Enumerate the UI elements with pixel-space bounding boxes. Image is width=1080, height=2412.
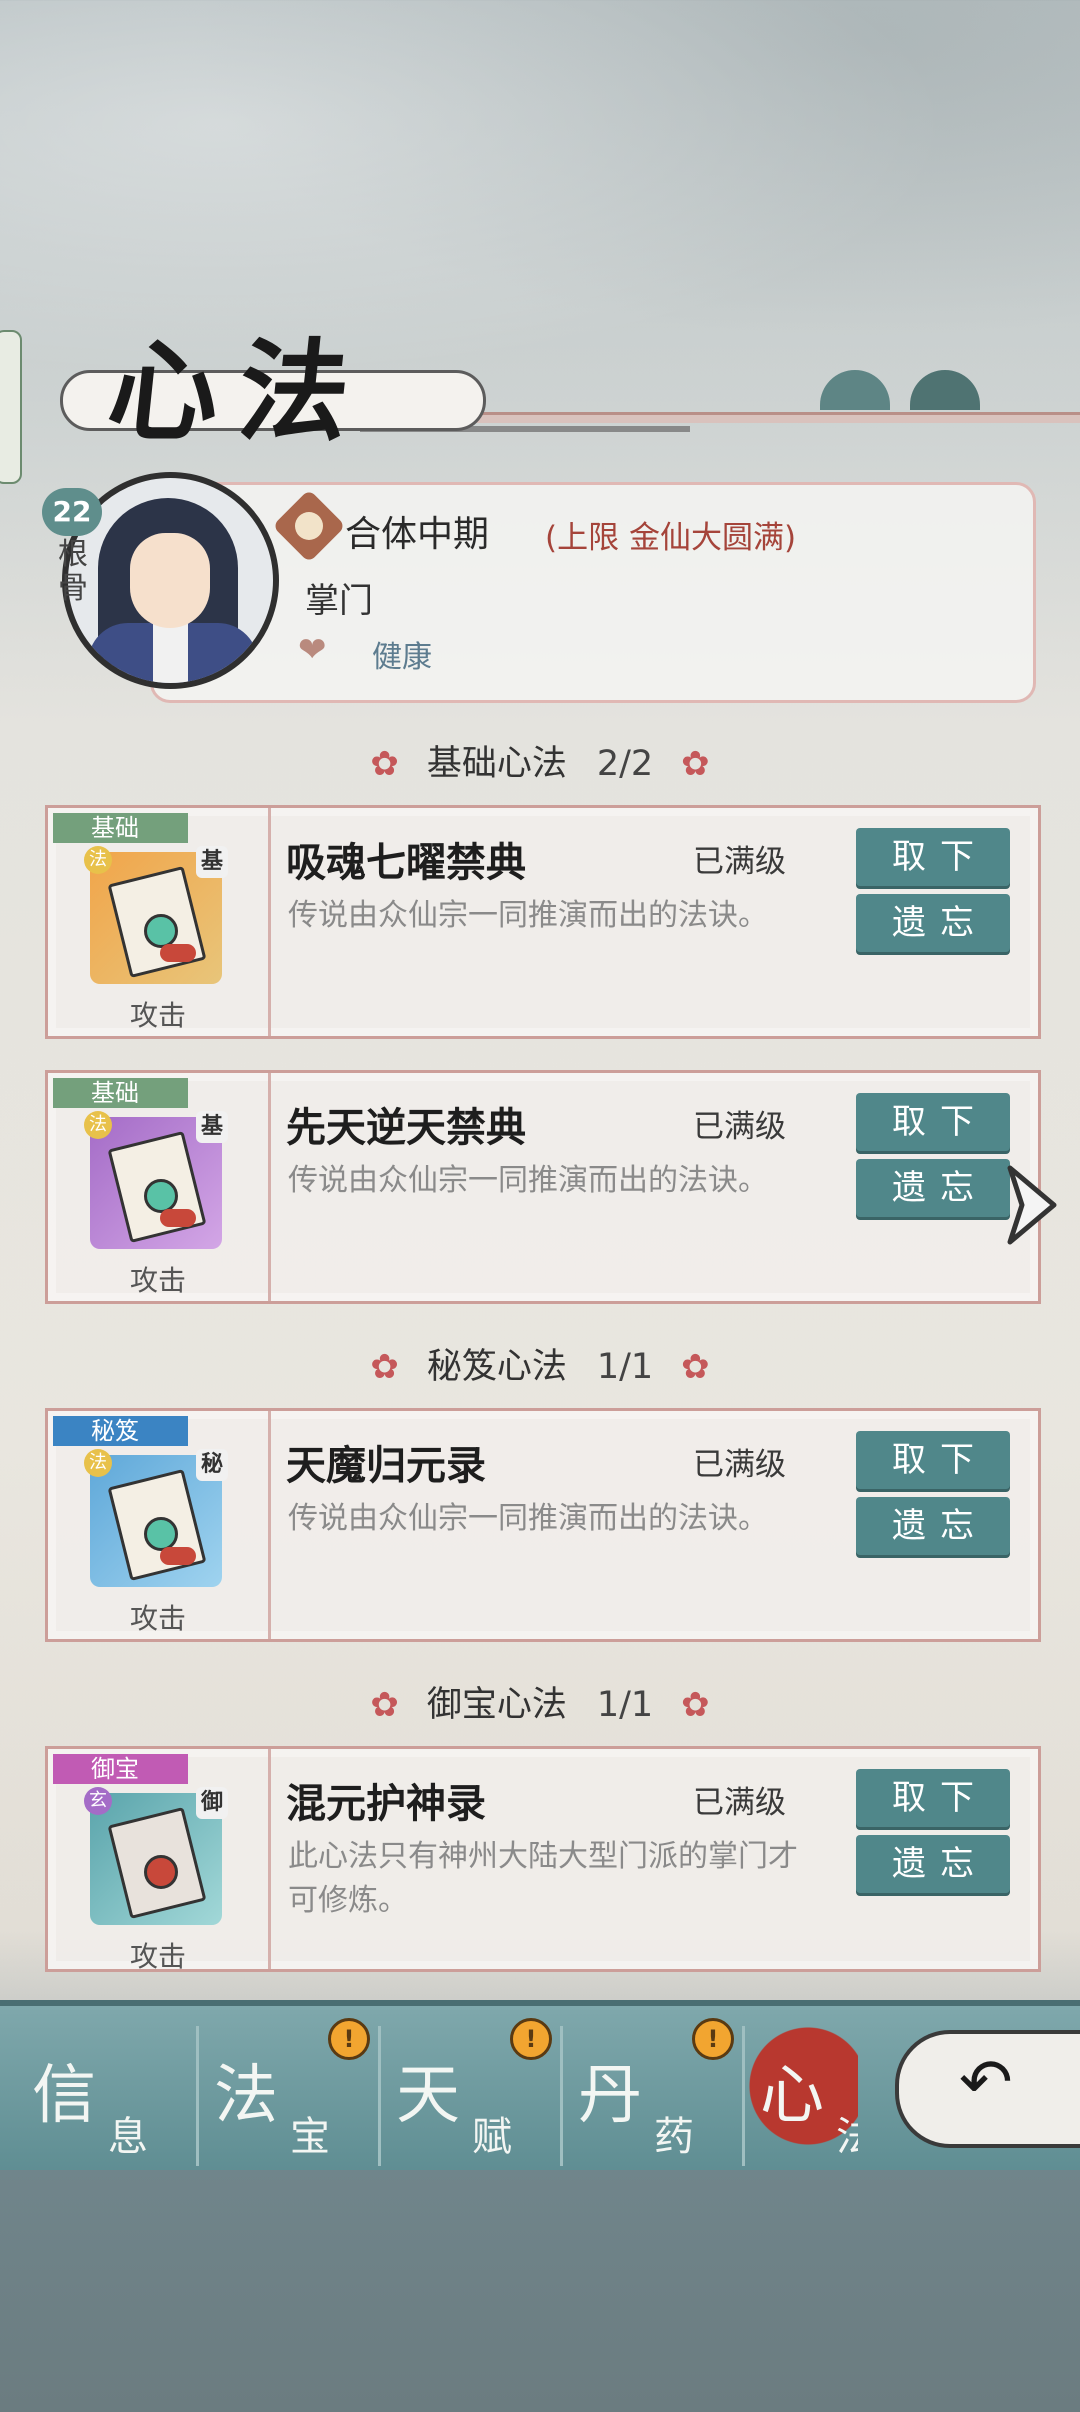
forget-button[interactable]: 遗忘: [856, 1159, 1010, 1217]
take-off-button[interactable]: 取下: [856, 1093, 1010, 1151]
heart-icon: ❤: [298, 630, 327, 670]
nav-tab-mindmethod[interactable]: 心 法: [748, 2026, 858, 2166]
root-bone-label: 根骨: [58, 537, 88, 606]
section-label: 御宝心法: [426, 1685, 567, 1725]
section-count: 2/2: [596, 744, 654, 784]
skill-name: 天魔归元录: [286, 1443, 486, 1489]
flower-icon: ✿: [370, 1685, 399, 1725]
skill-tag: 基础: [53, 813, 188, 843]
skill-card: 御宝 玄 御 攻击 混元护神录 已满级 此心法只有神州大陆大型门派的掌门才可修炼…: [45, 1746, 1041, 1973]
skill-icon-panel: 基础 法 基 攻击: [48, 808, 271, 1036]
flower-icon: ✿: [681, 1347, 710, 1387]
section-label: 秘笈心法: [426, 1347, 567, 1387]
nav-tab-info[interactable]: 信 息: [20, 2026, 199, 2166]
skill-book-icon[interactable]: 法 基: [84, 846, 228, 984]
forget-button[interactable]: 遗忘: [856, 1497, 1010, 1555]
take-off-button[interactable]: 取下: [856, 1769, 1010, 1827]
skill-tag: 御宝: [53, 1754, 188, 1784]
section-header-basic: ✿ 基础心法 2/2 ✿: [0, 735, 1080, 786]
forget-button[interactable]: 遗忘: [856, 1835, 1010, 1893]
page-title: 心法: [102, 327, 376, 456]
skill-card: 基础 法 基 攻击 吸魂七曜禁典 已满级 传说由众仙宗一同推演而出的法诀。 取下…: [45, 805, 1041, 1039]
skill-type: 攻击: [129, 1940, 186, 1973]
skill-card: 秘笈 法 秘 攻击 天魔归元录 已满级 传说由众仙宗一同推演而出的法诀。 取下 …: [45, 1408, 1041, 1642]
skill-status: 已满级: [693, 1785, 786, 1821]
left-edge-tab[interactable]: [0, 330, 22, 484]
skill-corner-badge: 秘: [196, 1449, 228, 1481]
skill-book-icon[interactable]: 玄 御: [84, 1787, 228, 1925]
skill-description: 传说由众仙宗一同推演而出的法诀。: [288, 1501, 768, 1536]
realm-limit-text: (上限 金仙大圆满): [545, 520, 797, 556]
section-count: 1/1: [596, 1347, 654, 1387]
nav-tab-talent[interactable]: 天 赋 !: [384, 2018, 563, 2166]
health-status: 健康: [372, 640, 432, 675]
nav-tab-treasure[interactable]: 法 宝 !: [202, 2018, 381, 2166]
skill-description: 传说由众仙宗一同推演而出的法诀。: [288, 1163, 768, 1198]
take-off-button[interactable]: 取下: [856, 828, 1010, 886]
bottom-scenery: [0, 2170, 1080, 2412]
page-title-banner: 心法: [60, 300, 1080, 456]
skill-type: 攻击: [129, 999, 186, 1032]
skill-type: 攻击: [129, 1264, 186, 1297]
element-icon: 法: [84, 846, 112, 874]
skill-card: 基础 法 基 攻击 先天逆天禁典 已满级 传说由众仙宗一同推演而出的法诀。 取下…: [45, 1070, 1041, 1304]
skill-tag: 基础: [53, 1078, 188, 1108]
element-icon: 玄: [84, 1787, 112, 1815]
skill-status: 已满级: [693, 1447, 786, 1483]
fan-ornament-icon: [910, 370, 980, 410]
skill-icon-panel: 秘笈 法 秘 攻击: [48, 1411, 271, 1639]
flower-icon: ✿: [681, 1685, 710, 1725]
back-button[interactable]: ↶: [895, 2030, 1080, 2148]
alert-icon: !: [328, 2018, 370, 2060]
section-label: 基础心法: [426, 744, 567, 784]
role-text: 掌门: [305, 581, 373, 621]
flower-icon: ✿: [681, 744, 710, 784]
skill-icon-panel: 御宝 玄 御 攻击: [48, 1749, 271, 1973]
section-header-treasure: ✿ 御宝心法 1/1 ✿: [0, 1676, 1080, 1727]
flower-icon: ✿: [370, 744, 399, 784]
skill-status: 已满级: [693, 844, 786, 880]
skill-name: 混元护神录: [286, 1781, 486, 1827]
skill-status: 已满级: [693, 1109, 786, 1145]
skill-corner-badge: 基: [196, 1111, 228, 1143]
next-arrow-icon[interactable]: [1002, 1160, 1062, 1250]
fan-ornament-icon: [820, 370, 890, 410]
alert-icon: !: [692, 2018, 734, 2060]
skill-type: 攻击: [129, 1602, 186, 1635]
skill-corner-badge: 基: [196, 846, 228, 878]
section-count: 1/1: [596, 1685, 654, 1725]
skill-description: 此心法只有神州大陆大型门派的掌门才可修炼。: [288, 1839, 798, 1918]
nav-tab-pill[interactable]: 丹 药 !: [566, 2018, 745, 2166]
skill-book-icon[interactable]: 法 基: [84, 1111, 228, 1249]
flower-icon: ✿: [370, 1347, 399, 1387]
forget-button[interactable]: 遗忘: [856, 894, 1010, 952]
skill-book-icon[interactable]: 法 秘: [84, 1449, 228, 1587]
take-off-button[interactable]: 取下: [856, 1431, 1010, 1489]
alert-icon: !: [510, 2018, 552, 2060]
skill-description: 传说由众仙宗一同推演而出的法诀。: [288, 898, 768, 933]
skill-corner-badge: 御: [196, 1787, 228, 1819]
level-badge: 22: [42, 488, 102, 536]
element-icon: 法: [84, 1111, 112, 1139]
skill-icon-panel: 基础 法 基 攻击: [48, 1073, 271, 1301]
section-header-secret: ✿ 秘笈心法 1/1 ✿: [0, 1338, 1080, 1389]
skill-name: 吸魂七曜禁典: [286, 840, 526, 886]
skill-name: 先天逆天禁典: [286, 1105, 526, 1151]
skill-tag: 秘笈: [53, 1416, 188, 1446]
element-icon: 法: [84, 1449, 112, 1477]
back-arrow-icon: ↶: [959, 2046, 1013, 2120]
realm-text: 合体中期: [345, 514, 490, 555]
